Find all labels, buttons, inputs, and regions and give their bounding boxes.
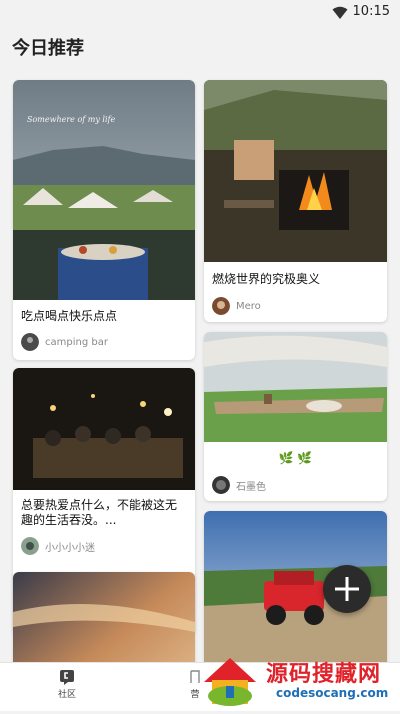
post-card[interactable]: Somewhere of my life 吃点喝点快乐点点 camping ba… <box>13 80 195 360</box>
add-post-button[interactable] <box>323 565 371 613</box>
post-image <box>13 368 195 490</box>
watermark-url: codesocang.com <box>276 686 389 700</box>
post-image <box>13 572 195 662</box>
post-title: 🌿 🌿 <box>278 451 313 465</box>
tab-community[interactable]: 社区 <box>37 669 97 700</box>
post-card[interactable]: 燃烧世界的究极奥义 Mero <box>204 80 387 322</box>
author-name: 小小小小迷 <box>45 542 95 554</box>
post-image: Somewhere of my life <box>13 80 195 300</box>
status-time: 10:15 <box>352 4 390 19</box>
post-author[interactable]: 石墨色 <box>212 476 266 494</box>
tab-label: 社区 <box>57 690 76 700</box>
house-logo-icon <box>204 658 256 706</box>
status-bar: 10:15 <box>0 0 400 26</box>
author-name: camping bar <box>45 336 108 348</box>
avatar <box>212 476 230 494</box>
post-image <box>204 80 387 262</box>
post-title: 总要热爱点什么，不能被这无趣的生活吞没。... <box>21 498 178 527</box>
author-name: 石墨色 <box>236 481 266 493</box>
avatar <box>21 333 39 351</box>
post-author[interactable]: Mero <box>212 297 261 315</box>
community-icon <box>60 670 74 685</box>
author-name: Mero <box>236 300 261 312</box>
wifi-icon <box>332 6 348 19</box>
post-author[interactable]: camping bar <box>21 333 108 351</box>
image-script-text: Somewhere of my life <box>27 115 116 124</box>
watermark-title: 源码搜藏网 <box>266 662 382 687</box>
page-title: 今日推荐 <box>12 38 84 59</box>
post-card[interactable]: 🌿 🌿 石墨色 <box>204 332 387 501</box>
post-card[interactable] <box>13 572 195 662</box>
plus-icon <box>335 577 359 601</box>
post-image <box>204 332 387 442</box>
post-title: 吃点喝点快乐点点 <box>21 309 118 323</box>
post-author[interactable]: 小小小小迷 <box>21 537 95 555</box>
avatar <box>21 537 39 555</box>
avatar <box>212 297 230 315</box>
post-title: 燃烧世界的究极奥义 <box>212 272 321 286</box>
watermark-logo: 源码搜藏网 codesocang.com <box>198 652 398 710</box>
